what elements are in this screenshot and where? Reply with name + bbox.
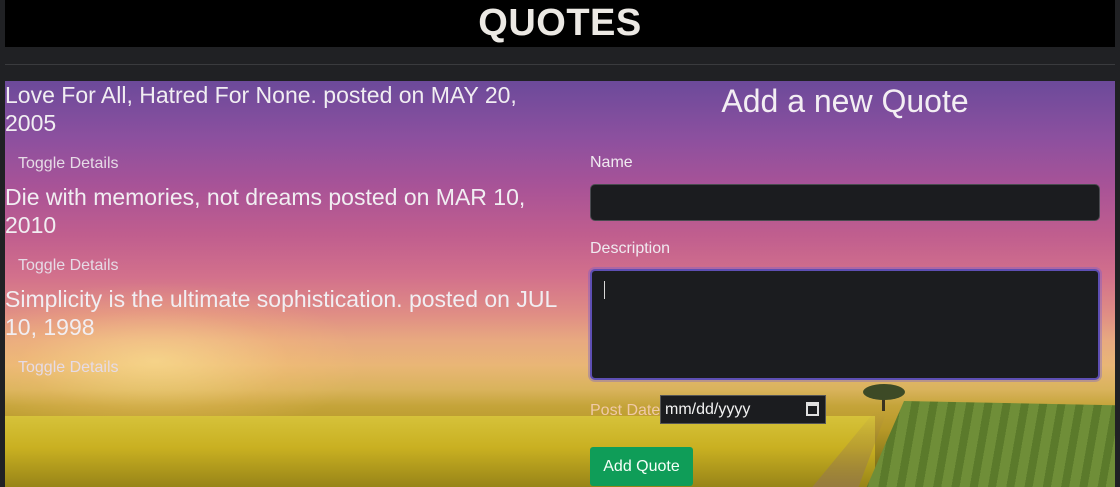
name-label: Name: [590, 154, 633, 171]
post-date-input[interactable]: mm/dd/yyyy: [660, 395, 826, 424]
quote-text: Die with memories, not dreams posted on …: [5, 184, 526, 238]
quote-item: Love For All, Hatred For None. posted on…: [5, 81, 565, 173]
toggle-details-button[interactable]: Toggle Details: [18, 359, 119, 377]
description-textarea[interactable]: [590, 269, 1100, 380]
text-cursor: [604, 281, 605, 299]
page-title: QUOTES: [478, 2, 642, 44]
toggle-details-button[interactable]: Toggle Details: [18, 257, 119, 275]
page-header: QUOTES: [5, 0, 1115, 47]
divider: [5, 64, 1115, 65]
toggle-details-button[interactable]: Toggle Details: [18, 155, 119, 173]
quote-item: Simplicity is the ultimate sophisticatio…: [5, 285, 565, 377]
form-title: Add a new Quote: [721, 83, 969, 119]
quote-item: Die with memories, not dreams posted on …: [5, 183, 565, 275]
post-date-placeholder: mm/dd/yyyy: [665, 401, 751, 418]
name-input[interactable]: [590, 184, 1100, 221]
quote-text: Simplicity is the ultimate sophisticatio…: [5, 286, 557, 340]
post-date-label: Post Date: [590, 402, 661, 419]
quote-text: Love For All, Hatred For None. posted on…: [5, 82, 517, 136]
add-quote-button[interactable]: Add Quote: [590, 447, 693, 486]
calendar-icon[interactable]: [806, 402, 819, 416]
description-label: Description: [590, 240, 671, 257]
